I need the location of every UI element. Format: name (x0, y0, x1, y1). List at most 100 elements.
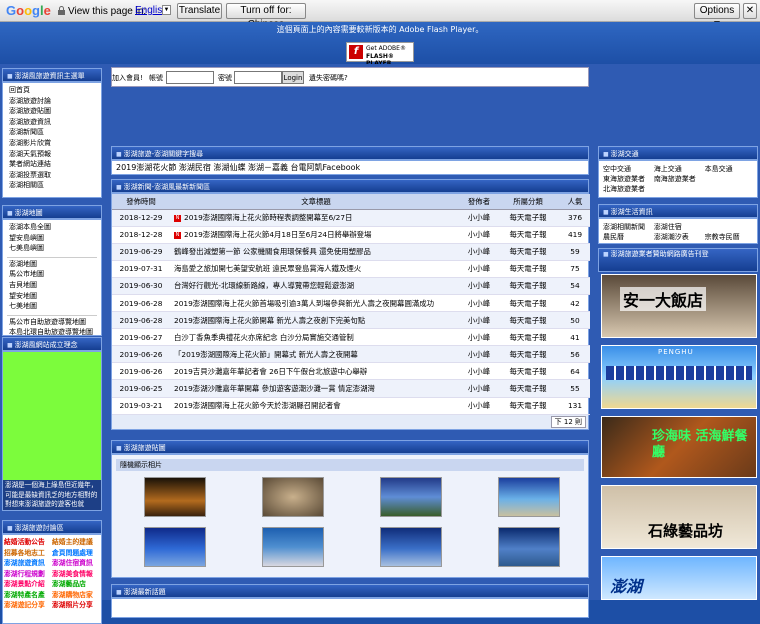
forum-link[interactable]: 澎湖旅遊資訊 (4, 558, 52, 569)
forum-link[interactable]: 招募各地志工 (4, 548, 52, 559)
forum-link[interactable]: 澎湖照片分享 (52, 600, 100, 611)
forum-link[interactable]: 澎湖行程規劃 (4, 569, 52, 580)
sidebar-item[interactable]: 澎湖新聞區 (3, 127, 101, 138)
news-title-text[interactable]: 台灣好行觀光-北環線新路線，專人導覽帶您輕鬆遊澎湖 (174, 281, 354, 290)
ad-banner[interactable]: 石綠藝品坊 (601, 485, 757, 549)
info-link[interactable]: 澎湖住宿 (654, 222, 705, 232)
news-title-text[interactable]: 2019澎湖國際海上花火節4月18日至6月24日將舉辦登場 (184, 230, 371, 239)
forum-link[interactable]: 澎湖遊記分享 (4, 600, 52, 611)
news-title[interactable]: 2019澎湖國際海上花火節開幕 新光人壽之夜創下完美句點 (170, 311, 462, 330)
info-link[interactable]: 澎湖相關新聞 (603, 222, 654, 232)
sidebar-item[interactable]: 回首頁 (3, 85, 101, 96)
map-link[interactable]: 馬公市地圖 (3, 269, 101, 280)
info-link[interactable]: 空中交通 (603, 164, 654, 174)
map-link[interactable]: 七美島嶼圖 (3, 243, 101, 254)
news-title-text[interactable]: 2019澎湖國際海上花火節今天於澎湖縣召開記者會 (174, 401, 341, 410)
forum-link[interactable]: 澎湖特產名產 (4, 590, 52, 601)
news-title[interactable]: 白沙丁香魚季典禮花火亦席紀念 白沙分局實施交通管制 (170, 328, 462, 347)
map-link[interactable]: 澎湖地圖 (3, 259, 101, 270)
news-title-text[interactable]: 2019澎湖沙雕嘉年華開幕 參加遊客遊潮沙灘一賞 情定澎湖灣 (174, 384, 375, 393)
table-row[interactable]: 2019-06-26 「2019澎湖國際海上花火節」開幕式 新光人壽之夜開幕 小小峰… (112, 345, 590, 364)
forum-link[interactable]: 澎湖藝品店 (52, 579, 100, 590)
sidebar-item[interactable]: 業者網站連結 (3, 159, 101, 170)
info-link[interactable]: 海上交通 (654, 164, 705, 174)
news-title[interactable]: 台灣好行觀光-北環線新路線，專人導覽帶您輕鬆遊澎湖 (170, 277, 462, 295)
map-link[interactable]: 望安地圖 (3, 291, 101, 302)
info-link[interactable]: 澎湖潮汐表 (654, 232, 705, 242)
keyword-links[interactable]: 2019澎湖花火節 澎湖民宿 澎湖仙蝶 澎湖－嘉義 台電阿凱Facebook (111, 160, 589, 175)
table-row[interactable]: 2019-06-26 2019吉貝沙灘嘉年華記者會 26日下午假台北旅遊中心舉辦 小… (112, 362, 590, 381)
photo-thumbnail[interactable] (144, 527, 206, 567)
news-title[interactable]: 海島愛之旅加開七美望安航班 遠民眾登島賞海人鐵及煙火 (170, 260, 462, 278)
news-title-text[interactable]: 鶴峰發出減塑第一節 公家機關食用環保餐具 還免使用塑膠品 (174, 247, 371, 256)
table-row[interactable]: 2019-03-21 2019澎湖國際海上花火節今天於澎湖縣召開記者會 小小峰 每天電… (112, 397, 590, 415)
password-input[interactable] (234, 71, 282, 84)
sidebar-item[interactable]: 澎湖旅遊討論 (3, 96, 101, 107)
news-title[interactable]: 2019吉貝沙灘嘉年華記者會 26日下午假台北旅遊中心舉辦 (170, 362, 462, 381)
table-row[interactable]: 2019-06-27 白沙丁香魚季典禮花火亦席紀念 白沙分局實施交通管制 小小峰 每天… (112, 328, 590, 347)
map-link[interactable]: 望安島嶼圖 (3, 233, 101, 244)
map-link[interactable]: 澎湖本島全圖 (3, 222, 101, 233)
turn-off-button[interactable]: Turn off for: Chinese (226, 3, 306, 30)
join-link[interactable]: 加入會員! (112, 73, 143, 83)
table-row[interactable]: 2018-12-28 N 2019澎湖國際海上花火節4月18日至6月24日將舉辦登場… (112, 226, 590, 244)
news-title-text[interactable]: 白沙丁香魚季典禮花火亦席紀念 白沙分局實施交通管制 (174, 333, 354, 342)
table-row[interactable]: 2019-06-28 2019澎湖國際海上花火節首場吸引逾3萬人到場參與新光人壽之… (112, 294, 590, 313)
sidebar-item[interactable]: 澎湖天氣預報 (3, 149, 101, 160)
map-link[interactable]: 馬公市自助旅遊導覽地圖 (3, 317, 101, 328)
map-link[interactable]: 七美地圖 (3, 301, 101, 312)
news-title-text[interactable]: 2019澎湖國際海上花火節首場吸引逾3萬人到場參與新光人壽之夜開幕圓滿成功 (174, 299, 434, 308)
table-row[interactable]: 2018-12-29 N 2019澎湖國際海上花火節時程表調整開幕至6/27日 小小峰… (112, 209, 590, 227)
news-title-text[interactable]: 「2019澎湖國際海上花火節」開幕式 新光人壽之夜開幕 (174, 350, 358, 359)
news-title[interactable]: 2019澎湖國際海上花火節首場吸引逾3萬人到場參與新光人壽之夜開幕圓滿成功 (170, 294, 462, 313)
info-link[interactable]: 農民曆 (603, 232, 654, 242)
photo-thumbnail[interactable] (380, 527, 442, 567)
info-link[interactable]: 東海旅遊業者 (603, 174, 654, 184)
info-link[interactable]: 北海旅遊業者 (603, 184, 654, 194)
table-row[interactable]: 2019-07-31 海島愛之旅加開七美望安航班 遠民眾登島賞海人鐵及煙火 小小峰每… (112, 260, 590, 278)
sidebar-item[interactable]: 澎湖旅遊資訊 (3, 117, 101, 128)
forum-link[interactable]: 澎湖購物店家 (52, 590, 100, 601)
ad-banner[interactable]: 澎湖 (601, 556, 757, 600)
ad-banner[interactable]: 安一大飯店 (601, 274, 757, 338)
ad-banner[interactable]: 珍海味 活海鮮餐廳 (601, 416, 757, 478)
news-title-text[interactable]: 2019吉貝沙灘嘉年華記者會 26日下午假台北旅遊中心舉辦 (174, 367, 367, 376)
account-input[interactable] (166, 71, 214, 84)
sidebar-item[interactable]: 澎湖旅遊貼圖 (3, 106, 101, 117)
info-link[interactable]: 本島交通 (705, 164, 756, 174)
map-link[interactable]: 吉貝地圖 (3, 280, 101, 291)
forum-link[interactable]: 澎湖住宿資訊 (52, 558, 100, 569)
forum-link[interactable]: 倉頁問題處理 (52, 548, 100, 559)
forum-link[interactable]: 結婚主的建議 (52, 537, 100, 548)
photo-thumbnail[interactable] (498, 527, 560, 567)
next-page-button[interactable]: 下 12 則 (550, 415, 586, 428)
photo-thumbnail[interactable] (144, 477, 206, 517)
table-row[interactable]: 2019-06-28 2019澎湖國際海上花火節開幕 新光人壽之夜創下完美句點 小小… (112, 311, 590, 330)
forum-link[interactable]: 澎湖美食情報 (52, 569, 100, 580)
login-button[interactable]: Login (282, 71, 304, 84)
chevron-down-icon[interactable]: ▼ (162, 5, 171, 15)
info-link[interactable]: 南海旅遊業者 (654, 174, 705, 184)
forgot-password-link[interactable]: 遺失密碼嗎? (309, 73, 348, 83)
sidebar-item[interactable]: 澎湖投票選取 (3, 170, 101, 181)
news-title[interactable]: N 2019澎湖國際海上花火節4月18日至6月24日將舉辦登場 (170, 226, 462, 244)
photo-thumbnail[interactable] (380, 477, 442, 517)
ad-banner[interactable]: PENGHU (601, 345, 757, 409)
sidebar-item[interactable]: 澎湖影片欣賞 (3, 138, 101, 149)
news-title[interactable]: 鶴峰發出減塑第一節 公家機關食用環保餐具 還免使用塑膠品 (170, 243, 462, 261)
news-title[interactable]: 2019澎湖沙雕嘉年華開幕 參加遊客遊潮沙灘一賞 情定澎湖灣 (170, 379, 462, 398)
news-title-text[interactable]: 2019澎湖國際海上花火節開幕 新光人壽之夜創下完美句點 (174, 316, 365, 325)
news-title[interactable]: 「2019澎湖國際海上花火節」開幕式 新光人壽之夜開幕 (170, 345, 462, 364)
photo-thumbnail[interactable] (498, 477, 560, 517)
news-title[interactable]: N 2019澎湖國際海上花火節時程表調整開幕至6/27日 (170, 209, 462, 227)
news-title[interactable]: 2019澎湖國際海上花火節今天於澎湖縣召開記者會 (170, 397, 462, 415)
photo-thumbnail[interactable] (262, 477, 324, 517)
get-flash-button[interactable]: f Get ADOBE® FLASH® PLAYER (346, 42, 414, 67)
translate-button[interactable]: Translate (177, 3, 222, 19)
news-title-text[interactable]: 2019澎湖國際海上花火節時程表調整開幕至6/27日 (184, 213, 352, 222)
table-row[interactable]: 2019-06-30 台灣好行觀光-北環線新路線，專人導覽帶您輕鬆遊澎湖 小小峰 每天… (112, 277, 590, 295)
table-row[interactable]: 2019-06-29 鶴峰發出減塑第一節 公家機關食用環保餐具 還免使用塑膠品 小小… (112, 243, 590, 261)
info-link[interactable]: 宗教寺民曆 (705, 232, 756, 242)
options-button[interactable]: Options ▼ (694, 3, 740, 30)
sidebar-item[interactable]: 澎湖相關區 (3, 180, 101, 191)
